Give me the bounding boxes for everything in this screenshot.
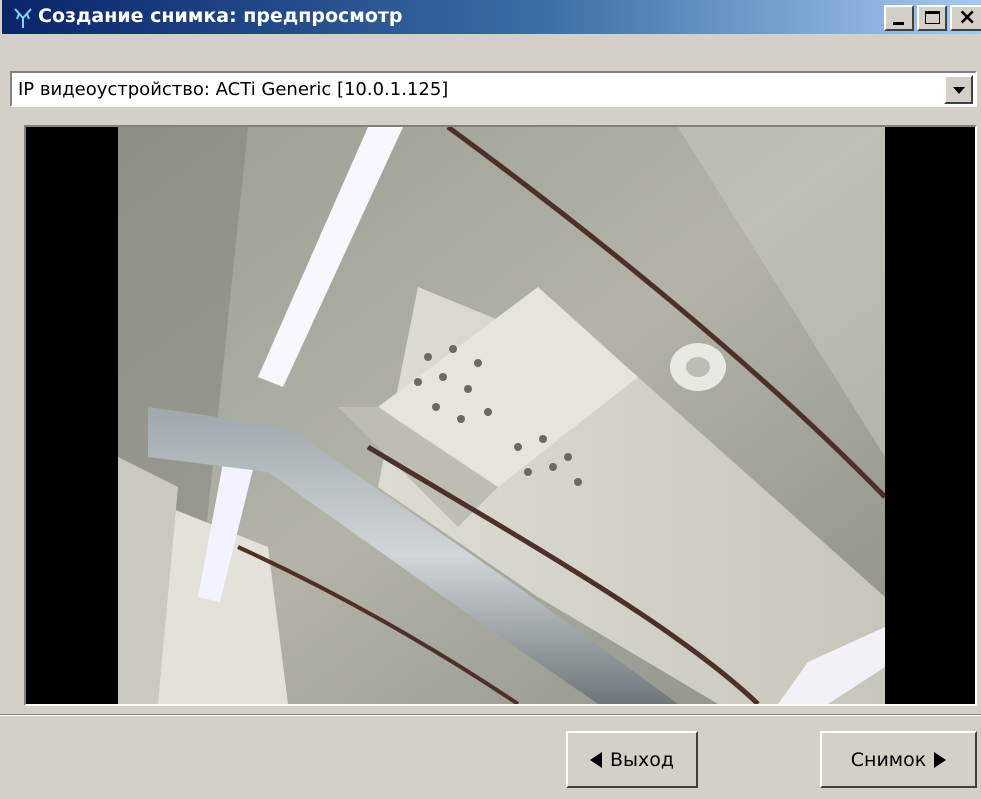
chevron-down-icon: [953, 87, 965, 94]
minimize-button[interactable]: [884, 5, 914, 31]
arrow-left-icon: [589, 751, 602, 768]
minimize-icon: [893, 22, 904, 25]
maximize-icon: [925, 11, 940, 24]
arrow-right-icon: [934, 751, 947, 768]
app-logo-icon: [14, 8, 32, 28]
title-bar[interactable]: Создание снимка: предпросмотр ×: [2, 0, 981, 34]
camera-frame-image: [118, 127, 885, 704]
close-icon: ×: [958, 5, 977, 30]
close-button[interactable]: ×: [950, 5, 981, 31]
snapshot-button-label: Снимок: [850, 748, 927, 771]
snapshot-preview-window: Создание снимка: предпросмотр × IP видео…: [0, 0, 981, 799]
video-preview: [24, 125, 977, 706]
dropdown-button[interactable]: [944, 75, 973, 104]
video-device-value: IP видеоустройство: ACTi Generic [10.0.1…: [18, 79, 449, 100]
exit-button[interactable]: Выход: [566, 731, 698, 788]
separator: [0, 714, 981, 716]
maximize-button[interactable]: [917, 5, 947, 31]
video-device-select[interactable]: IP видеоустройство: ACTi Generic [10.0.1…: [10, 71, 977, 107]
exit-button-label: Выход: [609, 748, 675, 771]
snapshot-button[interactable]: Снимок: [820, 731, 977, 788]
window-title: Создание снимка: предпросмотр: [38, 5, 403, 27]
